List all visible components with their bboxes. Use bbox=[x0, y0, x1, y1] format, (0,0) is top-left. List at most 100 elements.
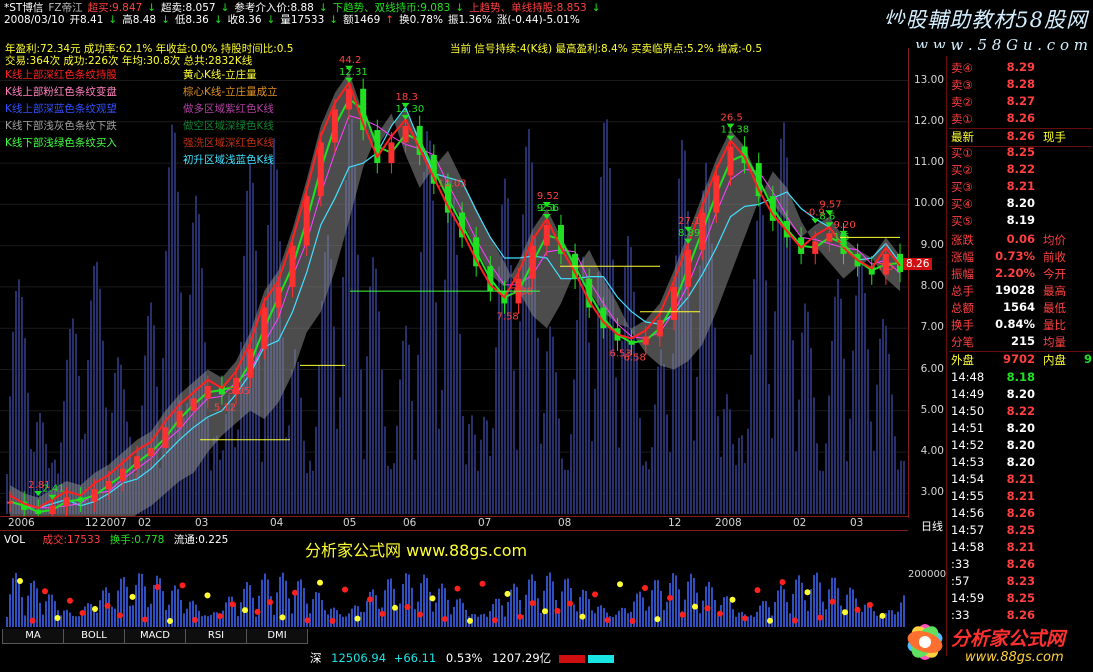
bg-volume-bar bbox=[660, 349, 662, 514]
tick-row: :33 8.26 bbox=[949, 557, 1092, 574]
volume-panel[interactable]: VOL 成交:17533 换手:0.778 流通:0.225 分析家公式网 ww… bbox=[0, 530, 946, 629]
volume-bar bbox=[855, 598, 857, 627]
bg-volume-bar bbox=[648, 469, 650, 514]
quote-panel: 卖④ 8.29 卖③ 8.28 卖② 8.27 卖① 8.26 最新 8.26 现手 买① 8.25 买②… bbox=[946, 56, 1093, 656]
volume-bar bbox=[693, 578, 695, 627]
volume-bar bbox=[756, 611, 758, 627]
bg-volume-bar bbox=[714, 327, 716, 514]
indicator-tabs: MA BOLL MACD RSI DMI bbox=[0, 628, 908, 644]
volume-bar bbox=[117, 590, 119, 627]
bg-volume-bar bbox=[540, 443, 542, 514]
bg-volume-bar bbox=[525, 146, 527, 515]
bg-volume-bar bbox=[558, 418, 560, 514]
bg-volume-bar bbox=[855, 295, 857, 514]
volume-bar bbox=[597, 606, 599, 627]
volume-bar bbox=[318, 592, 320, 627]
tick-price: 8.22 bbox=[1006, 404, 1035, 418]
volume-bar bbox=[546, 575, 548, 627]
legend-right-item: 黄心K线-立庄量 bbox=[183, 69, 257, 81]
legend-left-item: K线上部粉红色条纹变盘 bbox=[5, 86, 117, 98]
bg-volume-bar bbox=[414, 459, 416, 514]
stat-row: 总额 1564 最低 bbox=[949, 300, 1092, 317]
bid-price: 8.20 bbox=[1006, 196, 1035, 210]
index-value: 12506.94 bbox=[331, 651, 387, 665]
candle-body bbox=[91, 489, 98, 502]
volume-bar bbox=[582, 589, 584, 627]
tab-macd[interactable]: MACD bbox=[124, 629, 186, 644]
stat-label: 分笔 bbox=[951, 335, 974, 349]
bg-volume-bar bbox=[720, 456, 722, 514]
stat-value: 0.84% bbox=[995, 317, 1035, 331]
volume-bar bbox=[36, 588, 38, 627]
volume-dot bbox=[879, 612, 886, 619]
bg-volume-bar bbox=[456, 254, 458, 515]
bg-volume-bar bbox=[372, 257, 374, 514]
volume-bar bbox=[300, 579, 302, 627]
volume-dot bbox=[104, 602, 111, 609]
bg-volume-bar bbox=[579, 273, 581, 514]
bg-volume-bar bbox=[24, 338, 26, 514]
volume-bar bbox=[750, 615, 752, 627]
bg-volume-bar bbox=[501, 204, 503, 514]
bg-volume-bar bbox=[462, 416, 464, 514]
tab-ma[interactable]: MA bbox=[2, 629, 64, 644]
bg-volume-bar bbox=[498, 266, 500, 514]
volume-bar bbox=[645, 610, 647, 627]
tab-boll[interactable]: BOLL bbox=[63, 629, 125, 644]
bg-volume-bar bbox=[726, 394, 728, 514]
volume-bar bbox=[759, 605, 761, 627]
bg-volume-bar bbox=[429, 140, 431, 514]
signal-line: 当前 信号持续:4(K线) 最高盈利:8.4% 买卖临界点:5.2% 增减:-0… bbox=[450, 43, 763, 55]
stat-row: 总手 19028 最高 bbox=[949, 283, 1092, 300]
tab-dmi[interactable]: DMI bbox=[246, 629, 308, 644]
candlestick-chart[interactable]: 2.81 2.41 44.2 12.31 18.3 11.30 10.03 -2.1 9.52 9… bbox=[0, 24, 908, 516]
ask-row: 卖③ 8.28 bbox=[949, 77, 1092, 94]
bg-volume-bar bbox=[465, 464, 467, 514]
bg-volume-bar bbox=[669, 452, 671, 514]
bg-volume-bar bbox=[822, 471, 824, 514]
tab-rsi[interactable]: RSI bbox=[185, 629, 247, 644]
volume-bar bbox=[345, 616, 347, 627]
bg-volume-bar bbox=[288, 425, 290, 514]
volume-bar bbox=[711, 587, 713, 627]
volume-bar bbox=[486, 616, 488, 627]
bg-volume-bar bbox=[339, 397, 341, 514]
volume-bar bbox=[348, 613, 350, 627]
bg-volume-bar bbox=[564, 469, 566, 514]
volume-bar bbox=[174, 585, 176, 627]
volume-bar bbox=[603, 607, 605, 627]
volume-bar bbox=[249, 585, 251, 627]
volume-bar bbox=[627, 613, 629, 627]
volume-bar bbox=[474, 614, 476, 627]
bg-volume-bar bbox=[573, 379, 575, 514]
stat-row: 涨跌 0.06 均价 bbox=[949, 232, 1092, 249]
volume-bar bbox=[276, 592, 278, 627]
candle-body bbox=[317, 142, 324, 197]
volume-bar bbox=[786, 602, 788, 627]
volume-bar bbox=[135, 585, 137, 627]
tick-price: 8.25 bbox=[1006, 591, 1035, 605]
bg-volume-bar bbox=[804, 303, 806, 514]
bg-volume-bar bbox=[387, 466, 389, 514]
volume-bar bbox=[72, 615, 74, 627]
volume-bar bbox=[192, 600, 194, 627]
volume-bar bbox=[570, 587, 572, 627]
volume-bar bbox=[585, 591, 587, 627]
bg-volume-bar bbox=[846, 461, 848, 514]
bg-volume-bar bbox=[630, 247, 632, 515]
bg-volume-bar bbox=[285, 437, 287, 514]
volume-bar bbox=[450, 614, 452, 627]
ask-price: 8.26 bbox=[1006, 111, 1035, 125]
bg-volume-bar bbox=[294, 349, 296, 514]
volume-bar bbox=[774, 601, 776, 627]
volume-bar bbox=[156, 575, 158, 627]
volume-bar bbox=[420, 583, 422, 627]
tick-price: 8.20 bbox=[1006, 421, 1035, 435]
volume-bar bbox=[186, 608, 188, 627]
candle-body bbox=[826, 233, 833, 242]
volume-bar bbox=[21, 597, 23, 627]
legend-right-item: 棕心K线-立庄量成立 bbox=[183, 86, 278, 98]
stat-row: 涨幅 0.73% 前收 bbox=[949, 249, 1092, 266]
candle-body bbox=[261, 307, 268, 349]
volume-bar bbox=[114, 608, 116, 627]
